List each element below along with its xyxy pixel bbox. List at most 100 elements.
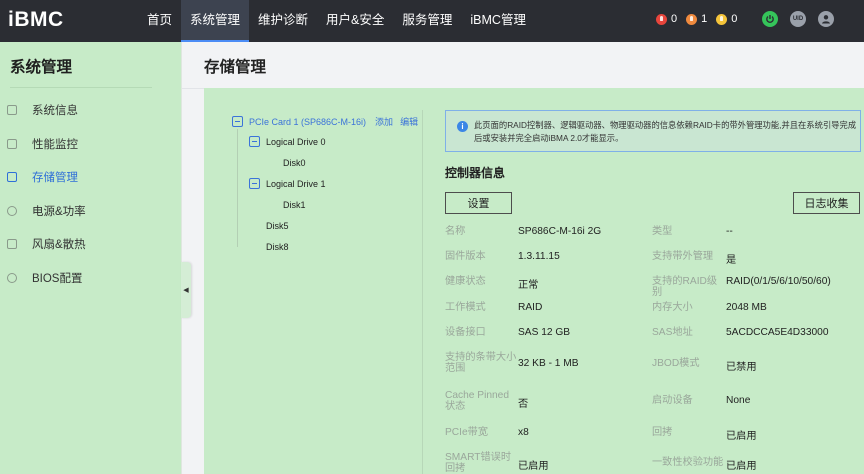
top-icon-group: UID xyxy=(762,11,846,27)
smart-copyback-label: SMART错误时回拷 xyxy=(445,452,512,474)
tree-node-logical-drive-0[interactable]: Logical Drive 0 xyxy=(249,136,326,147)
tree-node-label[interactable]: Logical Drive 1 xyxy=(266,179,326,189)
tree-node-label[interactable]: Disk1 xyxy=(283,200,306,210)
stripe-size-label: 支持的条带大小范围 xyxy=(445,352,517,374)
sidebar-divider xyxy=(10,87,152,88)
power-glyph xyxy=(766,15,774,23)
health-label: 健康状态 xyxy=(445,276,486,287)
fan-icon xyxy=(7,239,17,249)
panel-divider xyxy=(422,110,423,474)
tree-node-disk0[interactable]: Disk0 xyxy=(283,158,306,168)
nav-services[interactable]: 服务管理 xyxy=(393,0,461,42)
consistency-check-label: 一致性校验功能 xyxy=(652,457,724,468)
sidebar-item-system-info[interactable]: 系统信息 xyxy=(0,99,182,121)
firmware-label: 固件版本 xyxy=(445,251,486,262)
oob-label: 支持带外管理 xyxy=(652,251,714,262)
stripe-size-value: 32 KB - 1 MB xyxy=(518,358,579,369)
ibmc-logo: iBMC xyxy=(8,8,64,31)
sidebar-title: 系统管理 xyxy=(10,59,73,76)
pcie-bandwidth-value: x8 xyxy=(518,427,529,438)
info-icon: i xyxy=(457,121,468,132)
edit-link[interactable]: 编辑 xyxy=(400,115,418,128)
info-notice: i 此页面的RAID控制器、逻辑驱动器、物理驱动器的信息依赖RAID卡的带外管理… xyxy=(445,110,861,152)
work-mode-value: RAID xyxy=(518,302,543,313)
major-alert[interactable]: 1 xyxy=(686,13,707,25)
cache-pinned-value: 否 xyxy=(518,399,529,410)
copyback-value: 已启用 xyxy=(726,431,757,442)
performance-icon xyxy=(7,139,17,149)
sidebar-item-label: BIOS配置 xyxy=(32,273,83,285)
sidebar-item-fan[interactable]: 风扇&散热 xyxy=(0,233,182,255)
sidebar-item-storage[interactable]: 存储管理 xyxy=(0,166,182,188)
boot-device-label: 启动设备 xyxy=(652,395,693,406)
nav-system-management[interactable]: 系统管理 xyxy=(181,0,250,42)
collapse-icon[interactable] xyxy=(249,178,260,189)
chevron-left-icon: ◀ xyxy=(183,287,189,294)
system-info-icon xyxy=(7,105,17,115)
power-icon[interactable] xyxy=(762,11,778,27)
sidebar-item-label: 存储管理 xyxy=(32,172,78,184)
sidebar-item-label: 电源&功率 xyxy=(32,206,86,218)
consistency-check-value: 已启用 xyxy=(726,461,757,472)
major-alert-count: 1 xyxy=(701,13,708,25)
main-nav: 首页 系统管理 维护诊断 用户&安全 服务管理 iBMC管理 xyxy=(138,0,535,42)
sidebar-item-bios[interactable]: BIOS配置 xyxy=(0,267,182,289)
log-collection-button[interactable]: 日志收集 xyxy=(793,192,860,214)
collapse-icon[interactable] xyxy=(249,136,260,147)
user-icon[interactable] xyxy=(818,11,834,27)
type-value: -- xyxy=(726,226,733,237)
sidebar-item-performance[interactable]: 性能监控 xyxy=(0,133,182,155)
boot-device-value: None xyxy=(726,395,751,406)
oob-value: 是 xyxy=(726,255,737,266)
nav-home[interactable]: 首页 xyxy=(138,0,181,42)
power-supply-icon xyxy=(7,206,17,216)
alert-summary: 0 1 0 xyxy=(656,13,746,25)
sidebar-item-label: 风扇&散热 xyxy=(32,239,86,251)
tree-root-label[interactable]: PCIe Card 1 (SP686C-M-16i) xyxy=(249,117,366,127)
tree-node-logical-drive-1[interactable]: Logical Drive 1 xyxy=(249,178,326,189)
minor-alert[interactable]: 0 xyxy=(716,13,737,25)
storage-icon xyxy=(7,172,17,182)
tree-node-disk5[interactable]: Disk5 xyxy=(266,221,289,231)
critical-alert[interactable]: 0 xyxy=(656,13,677,25)
bios-icon xyxy=(7,273,17,283)
firmware-value: 1.3.11.15 xyxy=(518,251,560,262)
uid-icon[interactable]: UID xyxy=(790,11,806,27)
jbod-mode-value: 已禁用 xyxy=(726,362,757,373)
copyback-label: 回拷 xyxy=(652,427,673,438)
add-link[interactable]: 添加 xyxy=(375,115,393,128)
tree-node-disk8[interactable]: Disk8 xyxy=(266,242,289,252)
sidebar-item-label: 性能监控 xyxy=(32,139,78,151)
tree-connector-line xyxy=(237,129,238,247)
minor-alert-count: 0 xyxy=(731,13,738,25)
nav-maintenance[interactable]: 维护诊断 xyxy=(249,0,317,42)
critical-alert-icon xyxy=(656,13,667,25)
name-value: SP686C-M-16i 2G xyxy=(518,226,602,237)
top-bar: iBMC 首页 系统管理 维护诊断 用户&安全 服务管理 iBMC管理 0 1 … xyxy=(0,0,864,42)
settings-button[interactable]: 设置 xyxy=(445,192,512,214)
controller-section-title: 控制器信息 xyxy=(445,166,506,180)
collapse-icon[interactable] xyxy=(232,116,243,127)
work-mode-label: 工作模式 xyxy=(445,302,486,313)
sas-address-value: 5ACDCCA5E4D33000 xyxy=(726,327,829,338)
memory-size-label: 内存大小 xyxy=(652,302,693,313)
sidebar-collapse-button[interactable]: ◀ xyxy=(181,262,191,318)
raid-level-label: 支持的RAID级别 xyxy=(652,276,718,298)
health-value: 正常 xyxy=(518,280,539,291)
raid-level-value: RAID(0/1/5/6/10/50/60) xyxy=(726,276,831,287)
nav-ibmc-management[interactable]: iBMC管理 xyxy=(461,0,535,42)
sidebar-item-power[interactable]: 电源&功率 xyxy=(0,200,182,222)
info-text: 此页面的RAID控制器、逻辑驱动器、物理驱动器的信息依赖RAID卡的带外管理功能… xyxy=(474,120,857,143)
tree-node-label[interactable]: Disk5 xyxy=(266,221,289,231)
tree-node-disk1[interactable]: Disk1 xyxy=(283,200,306,210)
critical-alert-count: 0 xyxy=(671,13,678,25)
user-glyph xyxy=(822,15,830,24)
tree-node-label[interactable]: Logical Drive 0 xyxy=(266,137,326,147)
device-interface-value: SAS 12 GB xyxy=(518,327,571,338)
tree-node-label[interactable]: Disk8 xyxy=(266,242,289,252)
tree-node-label[interactable]: Disk0 xyxy=(283,158,306,168)
type-label: 类型 xyxy=(652,226,673,237)
sas-address-label: SAS地址 xyxy=(652,327,693,338)
nav-user-security[interactable]: 用户&安全 xyxy=(317,0,393,42)
tree-root-node[interactable]: PCIe Card 1 (SP686C-M-16i) 添加 编辑 xyxy=(232,115,418,128)
